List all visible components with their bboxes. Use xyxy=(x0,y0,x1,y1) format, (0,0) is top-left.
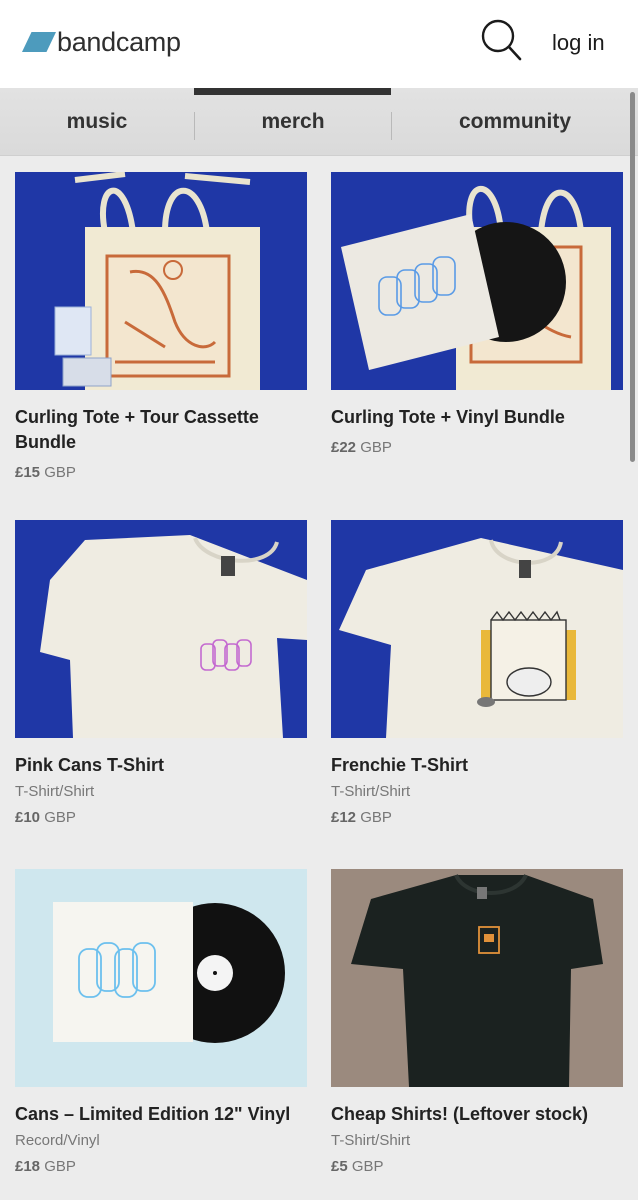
item-title[interactable]: Cans – Limited Edition 12" Vinyl xyxy=(15,1102,307,1127)
item-type: Record/Vinyl xyxy=(15,1132,100,1149)
item-title[interactable]: Curling Tote + Tour Cassette Bundle xyxy=(15,405,307,455)
product-image-cheap-shirts[interactable] xyxy=(331,869,623,1087)
item-title[interactable]: Cheap Shirts! (Leftover stock) xyxy=(331,1102,623,1127)
price-amount: £12 xyxy=(331,809,357,826)
price-currency: GBP xyxy=(44,1158,76,1175)
item-title[interactable]: Pink Cans T-Shirt xyxy=(15,753,307,778)
price-currency: GBP xyxy=(360,809,392,826)
item-price: £22 GBP xyxy=(331,439,623,456)
merch-item[interactable]: Curling Tote + Tour Cassette Bundle £15 … xyxy=(15,172,307,481)
merch-item[interactable]: Cans – Limited Edition 12" Vinyl Record/… xyxy=(15,869,307,1175)
price-currency: GBP xyxy=(44,464,76,481)
price-amount: £5 xyxy=(331,1158,348,1175)
item-price: £10 GBP xyxy=(15,809,307,826)
product-image-pink-cans-tshirt[interactable] xyxy=(15,520,307,738)
product-image-curling-tote-vinyl[interactable] xyxy=(331,172,623,390)
price-amount: £22 xyxy=(331,439,357,456)
bandcamp-logo[interactable]: bandcamp xyxy=(22,26,181,58)
price-amount: £10 xyxy=(15,809,41,826)
item-title[interactable]: Frenchie T-Shirt xyxy=(331,753,623,778)
scrollbar[interactable] xyxy=(630,92,635,462)
price-currency: GBP xyxy=(44,809,76,826)
merch-item[interactable]: Frenchie T-Shirt T-Shirt/Shirt £12 GBP xyxy=(331,520,623,826)
login-link[interactable]: log in xyxy=(552,30,605,56)
price-currency: GBP xyxy=(351,1158,384,1175)
site-header: bandcamp log in xyxy=(0,0,638,88)
search-icon[interactable] xyxy=(480,18,522,62)
tab-community[interactable]: community xyxy=(392,88,638,156)
item-price: £18 GBP xyxy=(15,1158,307,1175)
logo-text: bandcamp xyxy=(57,26,181,57)
item-price: £15 GBP xyxy=(15,464,307,481)
merch-item[interactable]: Curling Tote + Vinyl Bundle £22 GBP xyxy=(331,172,623,456)
nav-tabs: music merch community xyxy=(0,88,638,156)
price-currency: GBP xyxy=(360,439,392,456)
price-amount: £15 xyxy=(15,464,41,481)
item-title[interactable]: Curling Tote + Vinyl Bundle xyxy=(331,405,623,430)
tab-music[interactable]: music xyxy=(0,88,194,156)
product-image-curling-tote-cassette[interactable] xyxy=(15,172,307,390)
tab-merch[interactable]: merch xyxy=(195,88,391,156)
merch-item[interactable]: Cheap Shirts! (Leftover stock) T-Shirt/S… xyxy=(331,869,623,1175)
price-amount: £18 xyxy=(15,1158,41,1175)
item-price: £12 GBP xyxy=(331,809,623,826)
logo-mark-icon xyxy=(22,32,56,52)
product-image-frenchie-tshirt[interactable] xyxy=(331,520,623,738)
item-type: T-Shirt/Shirt xyxy=(15,783,95,800)
item-type: T-Shirt/Shirt xyxy=(331,1132,411,1149)
merch-item[interactable]: Pink Cans T-Shirt T-Shirt/Shirt £10 GBP xyxy=(15,520,307,826)
product-image-cans-vinyl[interactable] xyxy=(15,869,307,1087)
item-type: T-Shirt/Shirt xyxy=(331,783,411,800)
item-price: £5 GBP xyxy=(331,1158,623,1175)
